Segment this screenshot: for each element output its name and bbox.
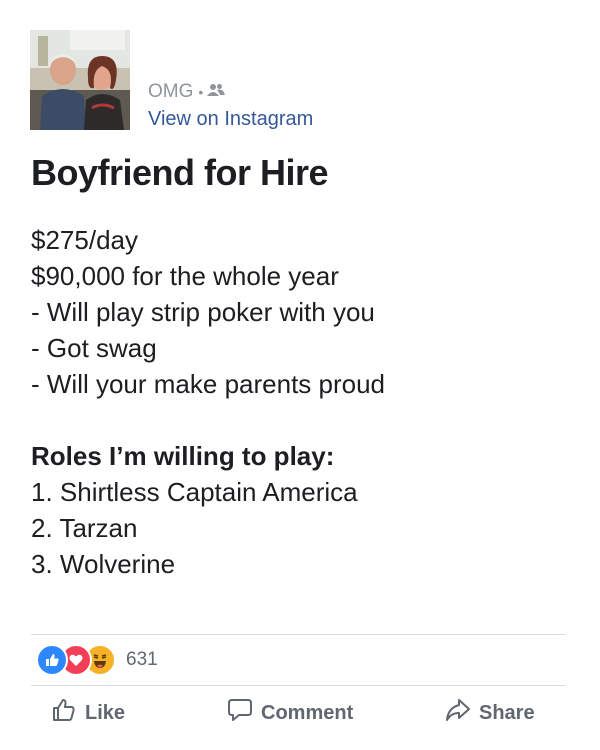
like-label: Like: [85, 701, 126, 724]
comment-button[interactable]: Comment: [227, 690, 353, 736]
comment-label: Comment: [261, 701, 354, 724]
post-title: Boyfriend for Hire: [31, 152, 329, 193]
post-card: OMG • View on Instagram Boyfriend for Hi…: [0, 0, 600, 750]
share-button[interactable]: Share: [445, 690, 535, 736]
role-item: 2. Tarzan: [31, 513, 138, 543]
post-line: - Got swag: [31, 333, 157, 363]
role-item: 1. Shirtless Captain America: [31, 477, 358, 507]
post-line: - Will play strip poker with you: [31, 297, 375, 327]
thumbs-up-icon: [51, 697, 85, 729]
post-line: - Will your make parents proud: [31, 369, 386, 399]
post-body: $275/day $90,000 for the whole year - Wi…: [31, 222, 385, 582]
share-arrow-icon: [445, 697, 479, 729]
like-reaction-icon: [36, 644, 68, 676]
reaction-count[interactable]: 631: [126, 649, 158, 671]
post-line: $275/day: [31, 225, 138, 255]
share-label: Share: [479, 701, 535, 724]
actions-divider: [31, 685, 565, 686]
meta-separator: •: [198, 84, 204, 100]
post-meta: OMG • View on Instagram: [148, 80, 313, 131]
avatar-photo: [30, 30, 130, 130]
reactions-summary[interactable]: 631: [36, 644, 158, 676]
roles-heading: Roles I’m willing to play:: [31, 441, 335, 471]
friends-icon[interactable]: [207, 81, 226, 103]
post-line: $90,000 for the whole year: [31, 261, 339, 291]
author-name[interactable]: OMG: [148, 81, 193, 103]
view-on-instagram-link[interactable]: View on Instagram: [148, 108, 313, 131]
role-item: 3. Wolverine: [31, 549, 176, 579]
post-action-bar: Like Comment Share: [31, 690, 565, 736]
author-avatar[interactable]: [30, 30, 130, 130]
post-meta-top: OMG •: [148, 80, 313, 104]
like-button[interactable]: Like: [51, 690, 125, 736]
reactions-divider-top: [31, 634, 565, 635]
comment-bubble-icon: [227, 697, 261, 729]
